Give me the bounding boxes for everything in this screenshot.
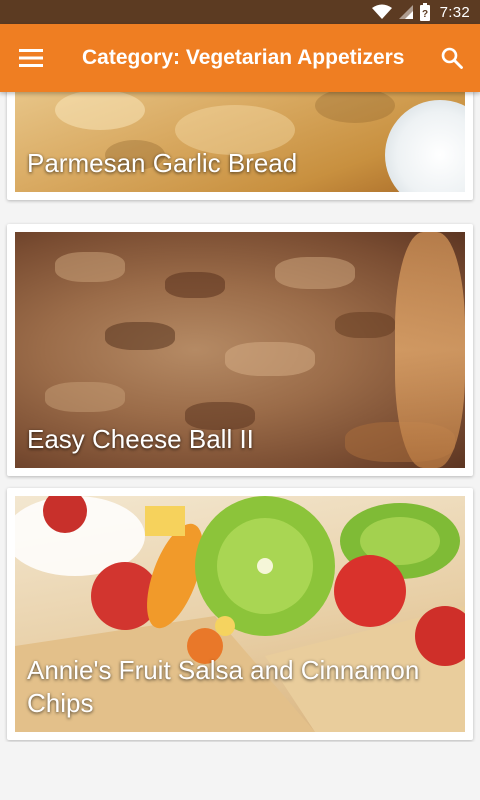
- search-button[interactable]: [424, 24, 480, 92]
- recipe-image: Easy Cheese Ball II: [15, 232, 465, 468]
- app-bar: Category: Vegetarian Appetizers: [0, 24, 480, 92]
- status-bar: ? 7:32: [0, 0, 480, 24]
- recipe-title: Easy Cheese Ball II: [27, 424, 254, 454]
- status-time: 7:32: [439, 3, 470, 21]
- battery-icon: ?: [419, 3, 430, 21]
- recipe-image: Parmesan Garlic Bread: [15, 92, 465, 192]
- signal-icon: [398, 4, 414, 20]
- recipe-list[interactable]: Parmesan Garlic Bread Easy Cheese Ball I…: [0, 92, 480, 742]
- recipe-title: Annie's Fruit Salsa and Cinnamon Chips: [27, 655, 420, 718]
- menu-button[interactable]: [0, 24, 62, 92]
- svg-text:?: ?: [422, 9, 428, 20]
- hamburger-menu-icon: [19, 49, 43, 67]
- recipe-card[interactable]: Easy Cheese Ball II: [7, 224, 473, 476]
- page-title: Category: Vegetarian Appetizers: [82, 46, 405, 69]
- recipe-image: Annie's Fruit Salsa and Cinnamon Chips: [15, 496, 465, 732]
- recipe-card[interactable]: Annie's Fruit Salsa and Cinnamon Chips: [7, 488, 473, 740]
- recipe-card[interactable]: Parmesan Garlic Bread: [7, 92, 473, 200]
- list-bottom-area: [0, 742, 480, 800]
- wifi-icon: [371, 4, 392, 20]
- recipe-title: Parmesan Garlic Bread: [27, 148, 298, 178]
- search-icon: [441, 47, 463, 69]
